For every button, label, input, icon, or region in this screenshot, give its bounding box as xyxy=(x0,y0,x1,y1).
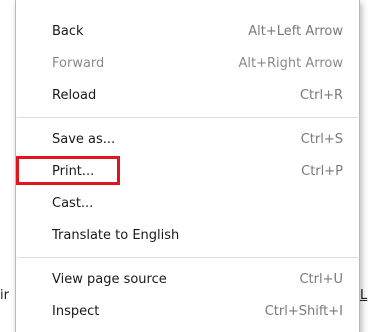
menu-item-save-as[interactable]: Save as... Ctrl+S xyxy=(16,124,359,156)
menu-item-cast[interactable]: Cast... xyxy=(16,188,359,220)
menu-item-inspect[interactable]: Inspect Ctrl+Shift+I xyxy=(16,296,359,328)
menu-item-forward: Forward Alt+Right Arrow xyxy=(16,48,359,80)
menu-item-shortcut: Ctrl+S xyxy=(300,132,343,147)
menu-item-label: Save as... xyxy=(52,132,116,147)
menu-item-label: Reload xyxy=(52,88,97,103)
menu-item-label: Back xyxy=(52,24,84,39)
menu-item-label: View page source xyxy=(52,272,167,287)
menu-item-shortcut: Ctrl+Shift+I xyxy=(264,304,343,319)
menu-item-reload[interactable]: Reload Ctrl+R xyxy=(16,80,359,112)
page-link-fragment-right[interactable]: L xyxy=(360,288,367,303)
menu-item-shortcut: Alt+Right Arrow xyxy=(238,56,343,71)
menu-item-label: Forward xyxy=(52,56,105,71)
menu-item-shortcut: Ctrl+R xyxy=(299,88,343,103)
screenshot-stage: ir L Back Alt+Left Arrow Forward Alt+Rig… xyxy=(0,0,371,332)
menu-separator xyxy=(17,117,358,118)
menu-item-label: Translate to English xyxy=(52,228,180,243)
menu-item-label: Cast... xyxy=(52,196,94,211)
page-text-fragment-left: ir xyxy=(0,288,9,303)
menu-item-label: Inspect xyxy=(52,304,100,319)
menu-separator xyxy=(17,257,358,258)
menu-item-back[interactable]: Back Alt+Left Arrow xyxy=(16,16,359,48)
menu-item-shortcut: Ctrl+P xyxy=(301,164,343,179)
menu-item-translate[interactable]: Translate to English xyxy=(16,220,359,252)
menu-item-shortcut: Alt+Left Arrow xyxy=(248,24,343,39)
menu-item-shortcut: Ctrl+U xyxy=(299,272,343,287)
menu-item-view-page-source[interactable]: View page source Ctrl+U xyxy=(16,264,359,296)
print-highlight-box xyxy=(16,156,120,185)
